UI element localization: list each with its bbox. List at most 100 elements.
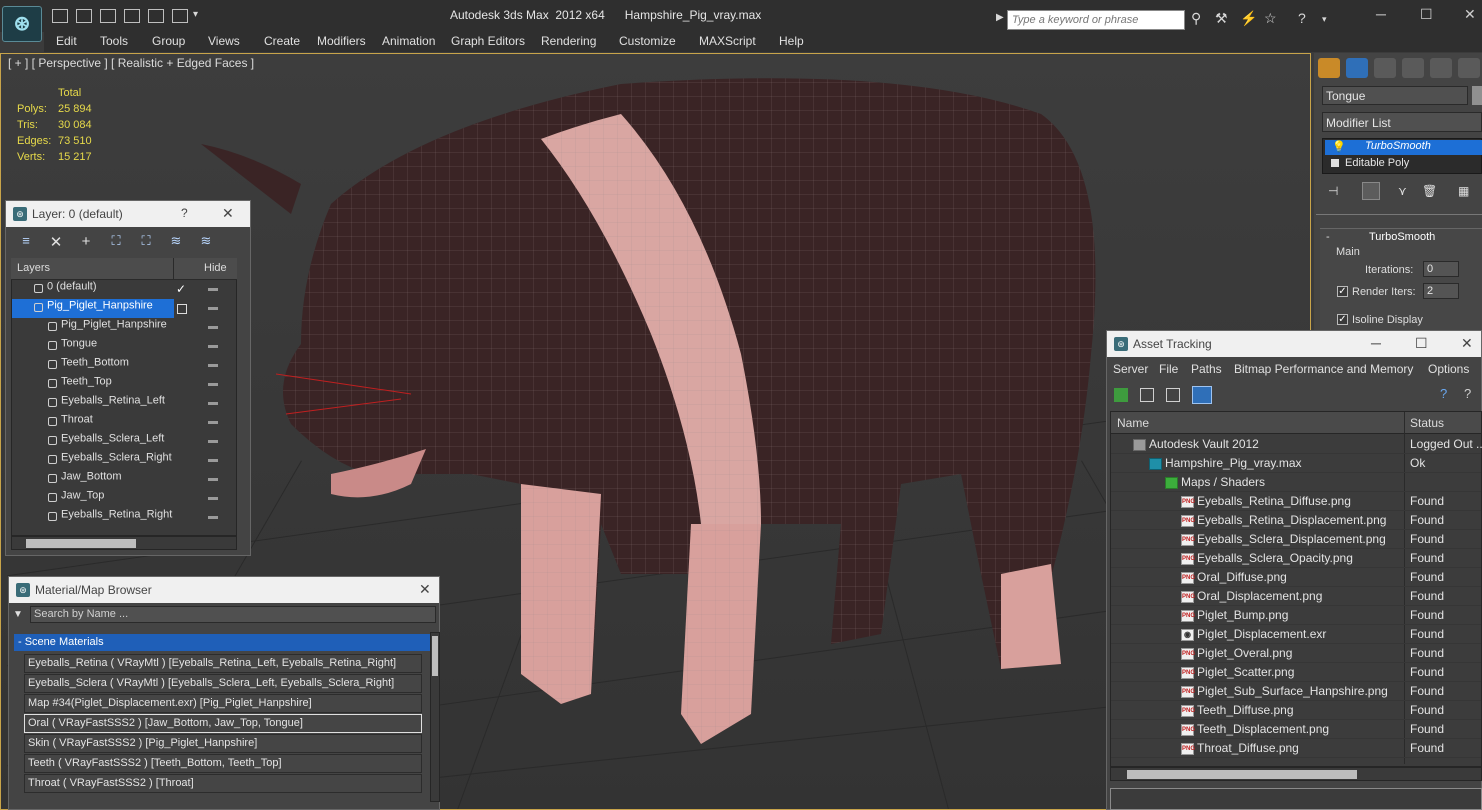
hide-column-header[interactable]: Hide [204,262,227,274]
hide-toggle[interactable]: ▬ [208,378,218,389]
new-file-icon[interactable] [52,9,68,23]
menu-animation[interactable]: Animation [382,34,435,48]
binoculars-icon[interactable]: ⚲ [1191,10,1201,27]
asset-row[interactable]: PNG Piglet_Bump.png Found [1111,606,1481,625]
iterations-spinner[interactable]: 0 [1423,261,1459,277]
rollout-collapse-icon[interactable]: - [1326,231,1330,243]
menu-modifiers[interactable]: Modifiers [317,34,366,48]
help-dropdown-icon[interactable]: ▾ [1322,14,1327,25]
layer-row[interactable]: Jaw_Bottom [12,470,236,489]
layer-row[interactable]: Eyeballs_Sclera_Right [12,451,236,470]
select-objects-in-layer-icon[interactable]: ⛶ [107,233,125,249]
delete-layer-icon[interactable]: ✕ [47,233,65,251]
menu-help[interactable]: Help [779,34,804,48]
utilities-tab-icon[interactable] [1458,58,1480,78]
menu-group[interactable]: Group [152,34,185,48]
asset-tracking-titlebar[interactable]: ⊛ Asset Tracking ─ ☐ ✕ [1107,331,1481,357]
material-search-input[interactable]: Search by Name ... [30,606,436,623]
active-layer-checkmark-icon[interactable]: ✓ [176,282,186,296]
undo-icon[interactable] [124,9,140,23]
redo-icon[interactable] [148,9,164,23]
hide-toggle[interactable]: ▬ [208,283,218,294]
hide-toggle[interactable]: ▬ [208,359,218,370]
asset-row[interactable]: PNG Piglet_Sub_Surface_Hanpshire.png Found [1111,682,1481,701]
new-layer-icon[interactable]: ≡ [17,233,35,249]
help-icon[interactable]: ? [1298,10,1306,26]
material-row[interactable]: Eyeballs_Sclera ( VRayMtl ) [Eyeballs_Sc… [24,674,422,693]
material-browser-close-icon[interactable]: ✕ [419,581,431,598]
menu-tools[interactable]: Tools [100,34,128,48]
layer-dialog-titlebar[interactable]: ⊛ Layer: 0 (default) ? ✕ [6,201,250,227]
stack-item-editable-poly[interactable]: Editable Poly [1345,157,1409,169]
layer-row[interactable]: Pig_Piglet_Hanpshire [12,318,236,337]
menu-maxscript[interactable]: MAXScript [699,34,756,48]
make-unique-icon[interactable]: ⋎ [1398,184,1407,198]
layer-row[interactable]: Eyeballs_Retina_Right [12,508,236,527]
open-file-icon[interactable] [76,9,92,23]
quick-access-dropdown-icon[interactable]: ▾ [193,9,198,20]
table-view-icon[interactable] [1192,386,1212,404]
layer-row[interactable]: Teeth_Top [12,375,236,394]
hide-toggle[interactable]: ▬ [208,454,218,465]
asset-row[interactable]: PNG Piglet_Scatter.png Found [1111,663,1481,682]
layer-row[interactable]: Eyeballs_Sclera_Left [12,432,236,451]
hide-toggle[interactable]: ▬ [208,492,218,503]
hide-toggle[interactable]: ▬ [208,416,218,427]
asset-maximize-icon[interactable]: ☐ [1415,335,1428,352]
material-row[interactable]: Oral ( VRayFastSSS2 ) [Jaw_Bottom, Jaw_T… [24,714,422,733]
material-row[interactable]: Teeth ( VRayFastSSS2 ) [Teeth_Bottom, Te… [24,754,422,773]
asset-row[interactable]: PNG Piglet_Overal.png Found [1111,644,1481,663]
minimize-icon[interactable]: ─ [1376,6,1386,22]
add-to-layer-icon[interactable]: + [77,233,95,250]
menu-create[interactable]: Create [264,34,300,48]
object-color-swatch[interactable] [1472,86,1482,105]
asset-row[interactable]: PNG Eyeballs_Sclera_Opacity.png Found [1111,549,1481,568]
layer-row[interactable]: Teeth_Bottom [12,356,236,375]
close-icon[interactable]: ✕ [1464,6,1476,23]
display-tab-icon[interactable] [1430,58,1452,78]
pin-stack-icon[interactable]: ⊣ [1328,184,1338,198]
scroll-thumb[interactable] [26,539,136,548]
scroll-thumb[interactable] [432,636,438,676]
hide-toggle[interactable]: ▬ [208,511,218,522]
hide-all-layers-icon[interactable]: ≋ [167,233,185,249]
material-row[interactable]: Map #34(Piglet_Displacement.exr) [Pig_Pi… [24,694,422,713]
asset-row[interactable]: PNG Oral_Displacement.png Found [1111,587,1481,606]
asset-path-field[interactable] [1110,788,1482,810]
menu-rendering[interactable]: Rendering [541,34,596,48]
scroll-thumb[interactable] [1127,770,1357,779]
layer-row[interactable]: Jaw_Top [12,489,236,508]
status-column-header[interactable]: Status [1410,416,1444,430]
asset-menu-bitmap-performance[interactable]: Bitmap Performance and Memory [1234,362,1413,376]
hide-toggle[interactable]: ▬ [208,473,218,484]
save-file-icon[interactable] [100,9,116,23]
layers-column-header[interactable]: Layers [17,262,50,274]
expand-plus-icon[interactable] [1331,159,1339,167]
stack-item-turbosmooth[interactable]: TurboSmooth [1325,140,1482,155]
material-vertical-scrollbar[interactable] [430,632,440,802]
maximize-icon[interactable]: ☐ [1420,6,1433,23]
name-column-header[interactable]: Name [1117,416,1149,430]
tree-view-icon[interactable] [1166,388,1180,402]
hide-toggle[interactable]: ▬ [208,435,218,446]
configure-modifier-sets-icon[interactable]: ▦ [1458,184,1469,198]
modifier-list-dropdown[interactable]: Modifier List [1322,112,1482,132]
asset-context-help-icon[interactable]: ? [1464,386,1471,401]
make-active-layer-icon[interactable] [177,304,187,314]
render-iters-checkbox[interactable]: ✓ [1337,286,1348,297]
asset-close-icon[interactable]: ✕ [1461,335,1473,352]
list-view-icon[interactable] [1140,388,1154,402]
show-end-result-icon[interactable] [1362,182,1380,200]
subscription-icon[interactable]: ⚒ [1215,10,1228,27]
remove-modifier-icon[interactable]: 🗑 [1422,184,1437,198]
scene-materials-section[interactable]: - Scene Materials [14,634,430,651]
layer-help-icon[interactable]: ? [181,206,188,220]
hide-toggle[interactable]: ▬ [208,321,218,332]
menu-customize[interactable]: Customize [619,34,676,48]
project-folder-icon[interactable] [172,9,188,23]
menu-views[interactable]: Views [208,34,240,48]
asset-menu-paths[interactable]: Paths [1191,362,1222,376]
motion-tab-icon[interactable] [1402,58,1424,78]
isoline-display-checkbox[interactable]: ✓ [1337,314,1348,325]
asset-menu-server[interactable]: Server [1113,362,1148,376]
